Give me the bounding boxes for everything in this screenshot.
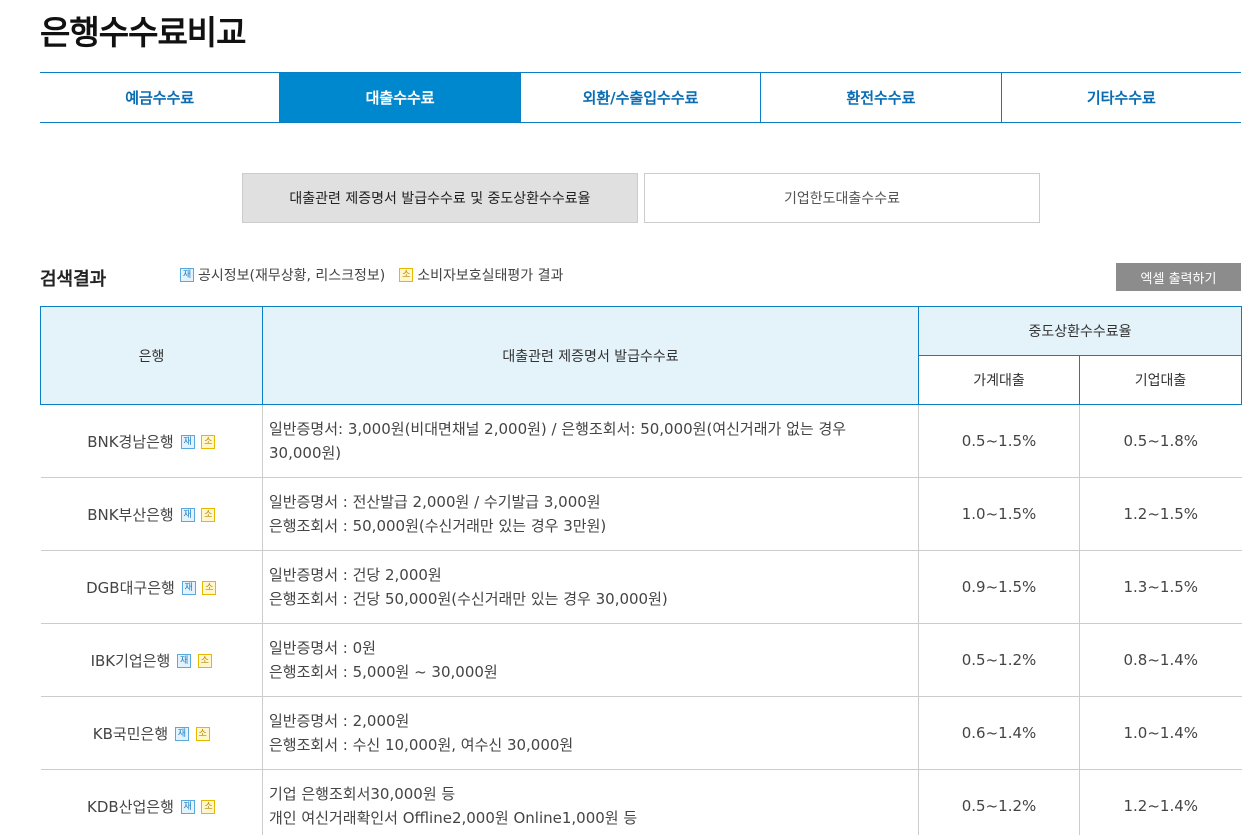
fee-line: 일반증명서 : 건당 2,000원 <box>269 566 442 584</box>
fee-line: 일반증명서 : 2,000원 <box>269 712 410 730</box>
fee-table: 은행 대출관련 제증명서 발급수수료 중도상환수수료율 가계대출 기업대출 BN… <box>40 306 1243 835</box>
household-rate: 0.5~1.5% <box>918 404 1080 478</box>
fee-line: 일반증명서 : 0원 <box>269 639 376 657</box>
subtab-corporate-credit-line[interactable]: 기업한도대출수수료 <box>644 173 1040 223</box>
fee-cell: 일반증명서 : 0원은행조회서 : 5,000원 ~ 30,000원 <box>262 623 919 697</box>
tab-fx-trade-fees[interactable]: 외환/수출입수수료 <box>521 73 762 122</box>
bank-name: DGB대구은행 <box>86 578 175 597</box>
fee-cell: 일반증명서: 3,000원(비대면채널 2,000원) / 은행조회서: 50,… <box>262 404 919 478</box>
page-title: 은행수수료비교 <box>40 13 247 52</box>
fee-line: 은행조회서 : 50,000원(수신거래만 있는 경우 3만원) <box>269 517 607 535</box>
corporate-rate: 0.8~1.4% <box>1079 623 1242 697</box>
tab-deposit-fees[interactable]: 예금수수료 <box>40 73 281 122</box>
excel-export-button[interactable]: 엑셀 출력하기 <box>1116 263 1241 291</box>
fee-line: 은행조회서 : 5,000원 ~ 30,000원 <box>269 663 498 681</box>
bank-cell: KB국민은행 재 소 <box>40 696 263 770</box>
legend-consumer-label: 소비자보호실태평가 결과 <box>417 268 564 284</box>
header-household: 가계대출 <box>918 355 1080 405</box>
household-rate: 0.5~1.2% <box>918 769 1080 835</box>
consumer-badge-icon[interactable]: 소 <box>195 727 210 741</box>
bank-name: KB국민은행 <box>92 724 169 743</box>
disclosure-badge-icon[interactable]: 재 <box>174 727 189 741</box>
consumer-badge-icon[interactable]: 소 <box>201 800 216 814</box>
fee-cell: 일반증명서 : 2,000원은행조회서 : 수신 10,000원, 여수신 30… <box>262 696 919 770</box>
fee-line: 기업 은행조회서30,000원 등 <box>269 785 456 803</box>
header-rate: 중도상환수수료율 <box>917 306 1243 356</box>
legend-consumer-protection: 소 소비자보호실태평가 결과 <box>399 265 563 285</box>
fee-line: 일반증명서 : 전산발급 2,000원 / 수기발급 3,000원 <box>269 493 601 511</box>
table-row: KDB산업은행 재 소 기업 은행조회서30,000원 등 개인 여신거래확인서 O… <box>40 769 1242 835</box>
household-rate: 0.5~1.2% <box>918 623 1080 697</box>
corporate-rate: 1.3~1.5% <box>1079 550 1242 624</box>
consumer-badge-icon[interactable]: 소 <box>201 508 216 522</box>
fee-cell: 기업 은행조회서30,000원 등개인 여신거래확인서 Offline2,000… <box>262 769 919 835</box>
fee-line: 개인 여신거래확인서 Offline2,000원 Online1,000원 등 <box>269 809 638 827</box>
table-row: DGB대구은행 재 소 일반증명서 : 건당 2,000원 은행조회서 : 건당 5… <box>40 550 1242 624</box>
disclosure-badge-icon[interactable]: 재 <box>180 435 195 449</box>
main-tabs: 예금수수료 대출수수료 외환/수출입수수료 환전수수료 기타수수료 <box>40 72 1241 123</box>
fee-cell: 일반증명서 : 건당 2,000원은행조회서 : 건당 50,000원(수신거래… <box>262 550 919 624</box>
table-row: IBK기업은행 재 소 일반증명서 : 0원 은행조회서 : 5,000원 ~ 30… <box>40 623 1242 697</box>
header-corporate: 기업대출 <box>1078 355 1243 405</box>
header-bank: 은행 <box>40 306 263 405</box>
header-fee: 대출관련 제증명서 발급수수료 <box>262 306 919 405</box>
fee-line: 은행조회서 : 건당 50,000원(수신거래만 있는 경우 30,000원) <box>269 590 668 608</box>
household-rate: 0.9~1.5% <box>918 550 1080 624</box>
bank-cell: BNK부산은행 재 소 <box>40 477 263 551</box>
disclosure-badge-icon[interactable]: 재 <box>177 654 192 668</box>
tab-other-fees[interactable]: 기타수수료 <box>1002 73 1241 122</box>
table-row: BNK부산은행 재 소 일반증명서 : 전산발급 2,000원 / 수기발급 3,… <box>40 477 1242 551</box>
legend-disclosure-label: 공시정보(재무상황, 리스크정보) <box>198 268 386 284</box>
tab-exchange-fees[interactable]: 환전수수료 <box>761 73 1002 122</box>
household-rate: 0.6~1.4% <box>918 696 1080 770</box>
consumer-badge-icon: 소 <box>399 268 414 282</box>
disclosure-badge-icon[interactable]: 재 <box>180 800 195 814</box>
legend: 재 공시정보(재무상황, 리스크정보) 소 소비자보호실태평가 결과 <box>180 265 577 285</box>
disclosure-badge-icon[interactable]: 재 <box>181 581 196 595</box>
sub-tabs: 대출관련 제증명서 발급수수료 및 중도상환수수료율 기업한도대출수수료 <box>242 173 1040 223</box>
household-rate: 1.0~1.5% <box>918 477 1080 551</box>
bank-name: KDB산업은행 <box>87 797 174 816</box>
bank-name: IBK기업은행 <box>90 651 171 670</box>
bank-name: BNK부산은행 <box>87 505 174 524</box>
table-row: BNK경남은행 재 소 일반증명서: 3,000원(비대면채널 2,000원) /… <box>40 404 1242 478</box>
table-row: KB국민은행 재 소 일반증명서 : 2,000원 은행조회서 : 수신 10,00… <box>40 696 1242 770</box>
bank-cell: KDB산업은행 재 소 <box>40 769 263 835</box>
bank-name: BNK경남은행 <box>87 432 174 451</box>
fee-cell: 일반증명서 : 전산발급 2,000원 / 수기발급 3,000원은행조회서 :… <box>262 477 919 551</box>
consumer-badge-icon[interactable]: 소 <box>197 654 212 668</box>
bank-cell: BNK경남은행 재 소 <box>40 404 263 478</box>
subtab-certificate-prepayment[interactable]: 대출관련 제증명서 발급수수료 및 중도상환수수료율 <box>242 173 638 223</box>
consumer-badge-icon[interactable]: 소 <box>202 581 217 595</box>
legend-disclosure: 재 공시정보(재무상황, 리스크정보) <box>180 265 385 285</box>
disclosure-badge-icon: 재 <box>180 268 194 282</box>
fee-line: 30,000원) <box>269 444 342 462</box>
tab-loan-fees[interactable]: 대출수수료 <box>280 73 521 122</box>
corporate-rate: 1.0~1.4% <box>1079 696 1242 770</box>
disclosure-badge-icon[interactable]: 재 <box>180 508 195 522</box>
fee-line: 일반증명서: 3,000원(비대면채널 2,000원) / 은행조회서: 50,… <box>269 420 847 438</box>
corporate-rate: 1.2~1.5% <box>1079 477 1242 551</box>
corporate-rate: 0.5~1.8% <box>1079 404 1242 478</box>
results-title: 검색결과 <box>40 269 107 290</box>
fee-line: 은행조회서 : 수신 10,000원, 여수신 30,000원 <box>269 736 574 754</box>
corporate-rate: 1.2~1.4% <box>1079 769 1242 835</box>
consumer-badge-icon[interactable]: 소 <box>201 435 216 449</box>
bank-cell: DGB대구은행 재 소 <box>40 550 263 624</box>
bank-cell: IBK기업은행 재 소 <box>40 623 263 697</box>
